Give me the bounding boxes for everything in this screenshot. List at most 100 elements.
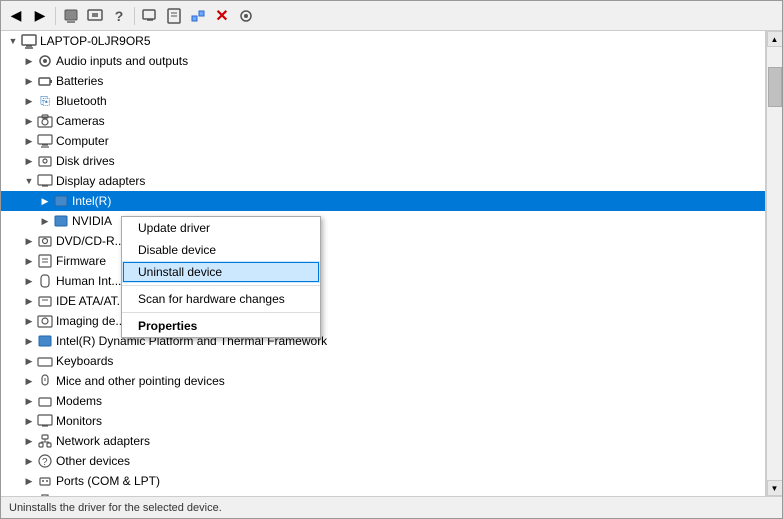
ctx-separator-2 <box>122 312 320 313</box>
tree-item-monitors[interactable]: ▶ Monitors <box>1 411 765 431</box>
ctx-update-driver[interactable]: Update driver <box>122 217 320 239</box>
tree-item-intel-thermal[interactable]: ▶ Intel(R) Dynamic Platform and Thermal … <box>1 331 765 351</box>
forward-button[interactable]: ▶ <box>29 5 51 27</box>
cameras-expand[interactable]: ▶ <box>21 113 37 129</box>
root-label: LAPTOP-0LJR9OR5 <box>40 34 151 48</box>
uninstall-button[interactable]: ✕ <box>211 5 233 27</box>
print-expand[interactable]: ▶ <box>21 493 37 496</box>
network-label: Network adapters <box>56 434 150 448</box>
tree-item-bluetooth[interactable]: ▶ ⎘ Bluetooth <box>1 91 765 111</box>
tree-item-nvidia[interactable]: ▶ NVIDIA <box>1 211 765 231</box>
firmware-expand[interactable]: ▶ <box>21 253 37 269</box>
intel-thermal-expand[interactable]: ▶ <box>21 333 37 349</box>
root-expand[interactable]: ▼ <box>5 33 21 49</box>
scroll-track[interactable] <box>767 47 783 480</box>
tree-item-computer[interactable]: ▶ Computer <box>1 131 765 151</box>
ide-expand[interactable]: ▶ <box>21 293 37 309</box>
tree-item-hid[interactable]: ▶ Human Int... <box>1 271 765 291</box>
update-driver-button[interactable] <box>84 5 106 27</box>
tree-item-dvd[interactable]: ▶ DVD/CD-R... <box>1 231 765 251</box>
scroll-thumb[interactable] <box>768 67 782 107</box>
properties-button[interactable] <box>60 5 82 27</box>
ctx-uninstall-device[interactable]: Uninstall device <box>122 261 320 283</box>
batteries-expand[interactable]: ▶ <box>21 73 37 89</box>
disk-expand[interactable]: ▶ <box>21 153 37 169</box>
hid-label: Human Int... <box>56 274 121 288</box>
ports-icon <box>37 473 53 489</box>
camera-icon <box>37 113 53 129</box>
ctx-disable-device[interactable]: Disable device <box>122 239 320 261</box>
tree-root[interactable]: ▼ LAPTOP-0LJR9OR5 <box>1 31 765 51</box>
add-remove-button[interactable] <box>187 5 209 27</box>
tree-item-intel[interactable]: ▶ Intel(R) <box>1 191 765 211</box>
intel-expand[interactable]: ▶ <box>37 193 53 209</box>
nvidia-label: NVIDIA <box>72 214 112 228</box>
tree-item-other[interactable]: ▶ ? Other devices <box>1 451 765 471</box>
tree-item-audio[interactable]: ▶ Audio inputs and outputs <box>1 51 765 71</box>
scroll-down-arrow[interactable]: ▼ <box>767 480 783 496</box>
tree-item-imaging[interactable]: ▶ Imaging de... <box>1 311 765 331</box>
mice-expand[interactable]: ▶ <box>21 373 37 389</box>
audio-icon <box>37 53 53 69</box>
tree-item-cameras[interactable]: ▶ Cameras <box>1 111 765 131</box>
ctx-scan-hardware[interactable]: Scan for hardware changes <box>122 288 320 310</box>
intel-icon <box>53 193 69 209</box>
help-button[interactable]: ? <box>108 5 130 27</box>
computer-item-icon <box>37 133 53 149</box>
device-button[interactable] <box>163 5 185 27</box>
ports-expand[interactable]: ▶ <box>21 473 37 489</box>
keyboards-expand[interactable]: ▶ <box>21 353 37 369</box>
ctx-properties[interactable]: Properties <box>122 315 320 337</box>
context-menu: Update driver Disable device Uninstall d… <box>121 216 321 338</box>
batteries-label: Batteries <box>56 74 103 88</box>
dvd-expand[interactable]: ▶ <box>21 233 37 249</box>
display-label: Display adapters <box>56 174 145 188</box>
cameras-label: Cameras <box>56 114 105 128</box>
bluetooth-expand[interactable]: ▶ <box>21 93 37 109</box>
disk-label: Disk drives <box>56 154 115 168</box>
scan-monitor-button[interactable] <box>139 5 161 27</box>
other-label: Other devices <box>56 454 130 468</box>
modems-expand[interactable]: ▶ <box>21 393 37 409</box>
printer-icon <box>37 493 53 496</box>
battery-icon <box>37 73 53 89</box>
tree-item-firmware[interactable]: ▶ Firmware <box>1 251 765 271</box>
firmware-icon <box>37 253 53 269</box>
hid-expand[interactable]: ▶ <box>21 273 37 289</box>
computer-expand[interactable]: ▶ <box>21 133 37 149</box>
action-settings-button[interactable] <box>235 5 257 27</box>
network-icon <box>37 433 53 449</box>
display-icon <box>37 173 53 189</box>
ide-icon <box>37 293 53 309</box>
monitors-expand[interactable]: ▶ <box>21 413 37 429</box>
keyboards-label: Keyboards <box>56 354 113 368</box>
tree-item-display[interactable]: ▼ Display adapters <box>1 171 765 191</box>
display-expand[interactable]: ▼ <box>21 173 37 189</box>
other-expand[interactable]: ▶ <box>21 453 37 469</box>
tree-item-mice[interactable]: ▶ Mice and other pointing devices <box>1 371 765 391</box>
tree-item-print[interactable]: ▶ Print queues <box>1 491 765 496</box>
tree-item-keyboards[interactable]: ▶ Keyboards <box>1 351 765 371</box>
imaging-expand[interactable]: ▶ <box>21 313 37 329</box>
tree-item-ports[interactable]: ▶ Ports (COM & LPT) <box>1 471 765 491</box>
imaging-label: Imaging de... <box>56 314 125 328</box>
ports-label: Ports (COM & LPT) <box>56 474 160 488</box>
dvd-icon <box>37 233 53 249</box>
tree-item-network[interactable]: ▶ Network adapters <box>1 431 765 451</box>
intel-thermal-icon <box>37 333 53 349</box>
vertical-scrollbar[interactable]: ▲ ▼ <box>766 31 782 496</box>
tree-item-modems[interactable]: ▶ Modems <box>1 391 765 411</box>
tree-item-ide[interactable]: ▶ IDE ATA/AT... <box>1 291 765 311</box>
scroll-up-arrow[interactable]: ▲ <box>767 31 783 47</box>
nvidia-expand[interactable]: ▶ <box>37 213 53 229</box>
tree-item-batteries[interactable]: ▶ Batteries <box>1 71 765 91</box>
tree-panel[interactable]: ▼ LAPTOP-0LJR9OR5 ▶ Audio inputs and out… <box>1 31 766 496</box>
back-button[interactable]: ◀ <box>5 5 27 27</box>
audio-expand[interactable]: ▶ <box>21 53 37 69</box>
toolbar: ◀ ▶ ? ✕ <box>1 1 782 31</box>
network-expand[interactable]: ▶ <box>21 433 37 449</box>
tree-item-disk[interactable]: ▶ Disk drives <box>1 151 765 171</box>
keyboard-icon <box>37 353 53 369</box>
disk-icon <box>37 153 53 169</box>
bluetooth-icon: ⎘ <box>37 93 53 109</box>
